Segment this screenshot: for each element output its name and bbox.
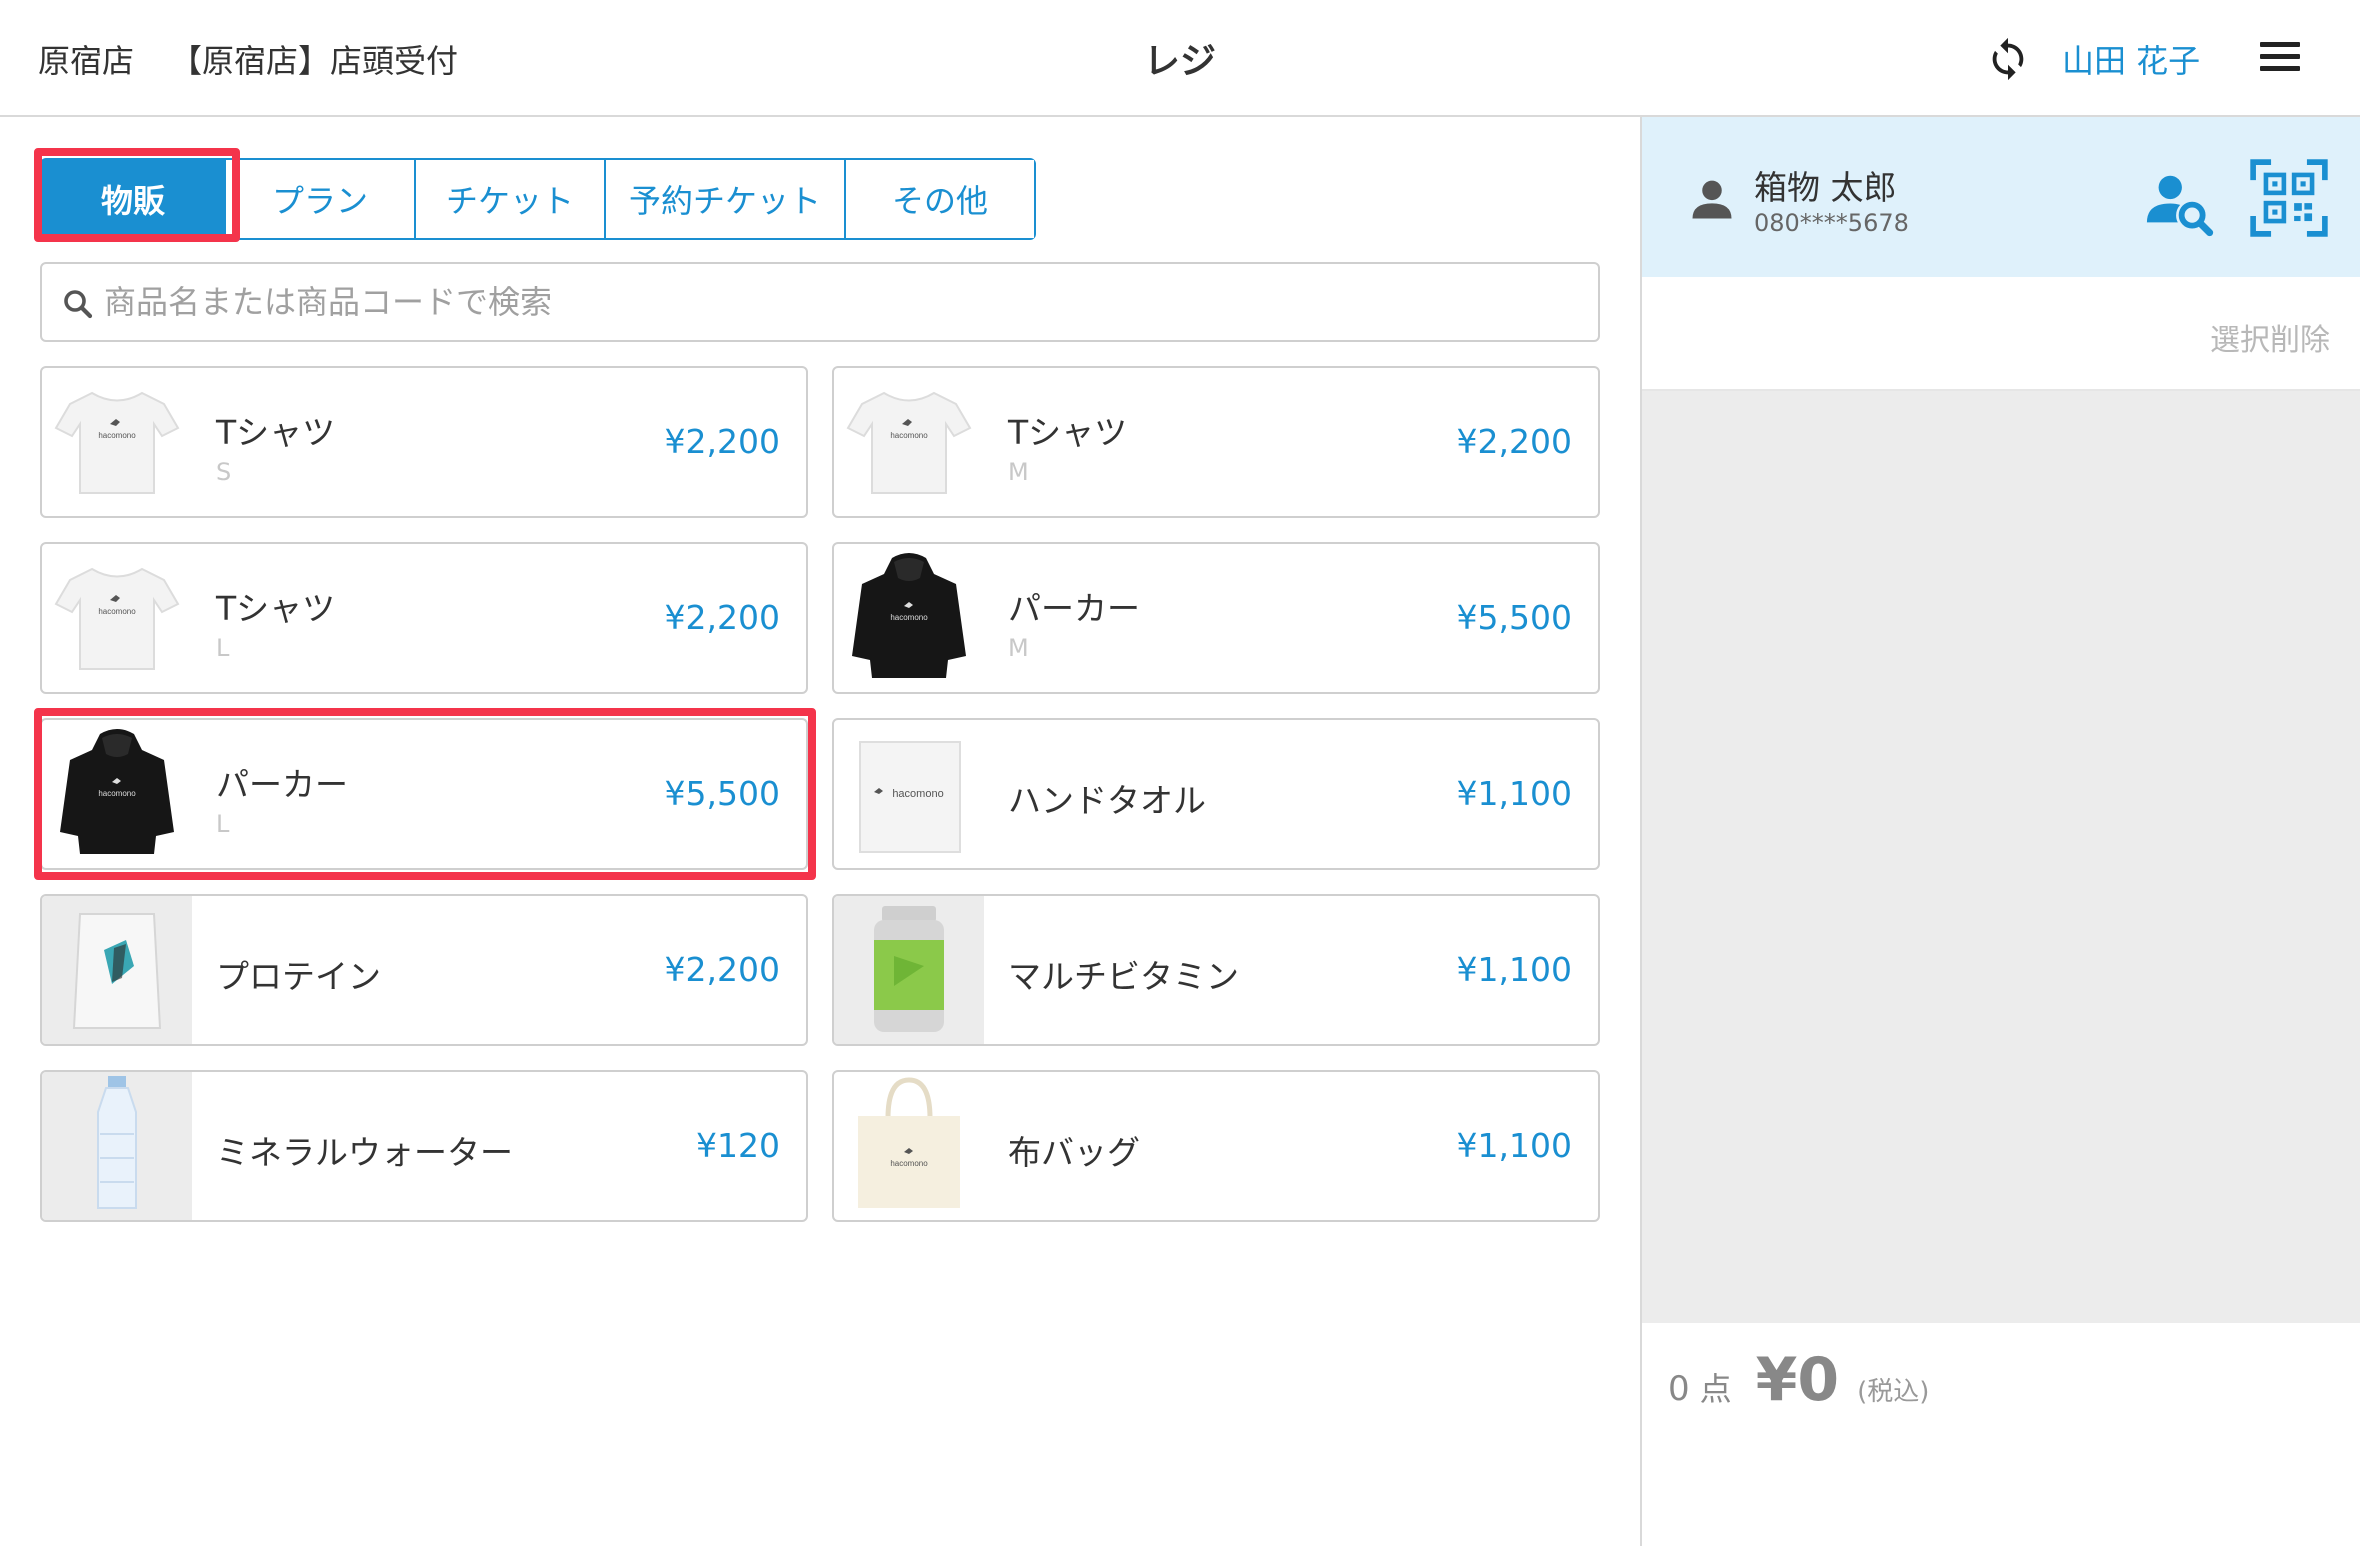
cart-panel: 箱物 太郎 080****5678 選択削除 0 点 ¥0 (税込) xyxy=(1640,117,2360,1546)
product-price: ¥2,200 xyxy=(664,422,780,461)
product-variant: M xyxy=(1008,458,1029,486)
tab-other[interactable]: その他 xyxy=(844,160,1034,238)
product-price: ¥1,100 xyxy=(1456,774,1572,813)
product-variant: M xyxy=(1008,634,1029,662)
svg-text:hacomono: hacomono xyxy=(892,788,943,800)
tshirt-image: hacomono xyxy=(54,567,180,670)
product-name: Tシャツ xyxy=(1008,413,1128,452)
multivitamin-bottle-image xyxy=(834,896,984,1044)
hand-towel-image: hacomono xyxy=(859,741,961,853)
product-card[interactable]: マルチビタミン ¥1,100 xyxy=(832,894,1600,1046)
hamburger-menu-icon[interactable] xyxy=(2260,42,2300,76)
product-price: ¥1,100 xyxy=(1456,1126,1572,1165)
customer-phone: 080****5678 xyxy=(1754,209,1909,237)
product-name: マルチビタミン xyxy=(1008,957,1239,996)
customer-info: 箱物 太郎 080****5678 xyxy=(1642,117,2360,277)
svg-text:hacomono: hacomono xyxy=(890,431,928,440)
member-search-icon[interactable] xyxy=(2142,167,2216,237)
product-variant: L xyxy=(216,810,230,838)
water-bottle-image xyxy=(42,1072,192,1220)
product-card[interactable]: hacomono Tシャツ L ¥2,200 xyxy=(40,542,808,694)
product-price: ¥5,500 xyxy=(1456,598,1572,637)
product-price: ¥2,200 xyxy=(664,950,780,989)
item-count: 0 xyxy=(1668,1369,1690,1409)
tab-reservation-ticket[interactable]: 予約チケット xyxy=(604,160,844,238)
svg-text:hacomono: hacomono xyxy=(890,613,928,622)
product-price: ¥120 xyxy=(696,1126,780,1165)
product-card[interactable]: ミネラルウォーター ¥120 xyxy=(40,1070,808,1222)
category-tabs: 物販 プラン チケット 予約チケット その他 xyxy=(40,158,1036,240)
product-price: ¥2,200 xyxy=(664,598,780,637)
search-input[interactable] xyxy=(104,264,1584,340)
product-price: ¥2,200 xyxy=(1456,422,1572,461)
sync-icon[interactable] xyxy=(1985,36,2031,82)
product-name: パーカー xyxy=(1008,589,1140,628)
svg-text:hacomono: hacomono xyxy=(98,431,136,440)
product-name: パーカー xyxy=(216,765,348,804)
product-variant: L xyxy=(216,634,230,662)
product-card[interactable]: hacomono Tシャツ S ¥2,200 xyxy=(40,366,808,518)
svg-text:hacomono: hacomono xyxy=(98,607,136,616)
tab-plan[interactable]: プラン xyxy=(224,160,414,238)
product-name: プロテイン xyxy=(216,957,381,996)
cart-total: 0 点 ¥0 (税込) xyxy=(1668,1345,1929,1425)
staff-user-link[interactable]: 山田 花子 xyxy=(2062,36,2200,82)
customer-name: 箱物 太郎 xyxy=(1754,168,1897,207)
product-card[interactable]: hacomono パーカー L ¥5,500 xyxy=(40,718,808,870)
app-header: 原宿店 【原宿店】店頭受付 レジ 山田 花子 xyxy=(0,0,2360,117)
product-card[interactable]: hacomono パーカー M ¥5,500 xyxy=(832,542,1600,694)
svg-text:hacomono: hacomono xyxy=(98,789,136,798)
delete-selected-button[interactable]: 選択削除 xyxy=(2210,315,2330,359)
product-card[interactable]: プロテイン ¥2,200 xyxy=(40,894,808,1046)
hoodie-image: hacomono xyxy=(852,553,966,678)
tshirt-image: hacomono xyxy=(54,391,180,494)
product-card[interactable]: hacomono ハンドタオル ¥1,100 xyxy=(832,718,1600,870)
store-name[interactable]: 原宿店 xyxy=(38,36,134,82)
item-count-unit: 点 xyxy=(1699,1370,1732,1408)
search-icon xyxy=(64,290,93,319)
page-title: レジ xyxy=(1143,41,1216,82)
desk-name[interactable]: 【原宿店】店頭受付 xyxy=(170,36,458,82)
product-card[interactable]: hacomono Tシャツ M ¥2,200 xyxy=(832,366,1600,518)
product-name: 布バッグ xyxy=(1008,1133,1140,1172)
tax-note: (税込) xyxy=(1857,1377,1930,1407)
qr-scan-icon[interactable] xyxy=(2248,157,2330,239)
protein-bag-image xyxy=(42,896,192,1044)
svg-text:hacomono: hacomono xyxy=(890,1159,928,1168)
product-price: ¥1,100 xyxy=(1456,950,1572,989)
tote-bag-image: hacomono xyxy=(858,1077,960,1208)
tab-ticket[interactable]: チケット xyxy=(414,160,604,238)
tshirt-image: hacomono xyxy=(846,391,972,494)
product-name: ミネラルウォーター xyxy=(216,1133,513,1172)
product-search-box xyxy=(40,262,1600,342)
person-icon xyxy=(1692,180,1732,219)
product-price: ¥5,500 xyxy=(664,774,780,813)
hoodie-image: hacomono xyxy=(60,729,174,854)
product-name: Tシャツ xyxy=(216,589,336,628)
product-name: ハンドタオル xyxy=(1008,781,1206,820)
product-name: Tシャツ xyxy=(216,413,336,452)
product-card[interactable]: hacomono 布バッグ ¥1,100 xyxy=(832,1070,1600,1222)
product-variant: S xyxy=(216,458,232,486)
total-amount: ¥0 xyxy=(1755,1345,1840,1415)
tab-merchandise[interactable]: 物販 xyxy=(42,160,224,238)
cart-items-area xyxy=(1642,391,2360,1323)
